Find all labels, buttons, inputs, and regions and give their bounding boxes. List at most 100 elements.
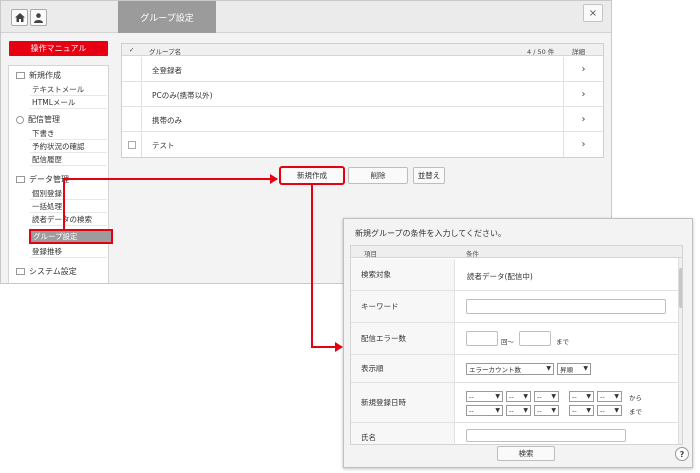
sidebar-section-delivery[interactable]: 配信管理 xyxy=(9,112,108,127)
sidebar-item-registration-trend[interactable]: 登録推移 xyxy=(30,246,107,258)
date-from-day-select[interactable]: -- ▼ xyxy=(534,391,559,402)
group-row[interactable]: テスト › xyxy=(122,132,603,157)
chevron-down-icon: ▼ xyxy=(583,365,588,372)
sidebar-item-html-mail[interactable]: HTMLメール xyxy=(30,97,107,109)
target-value: 読者データ(配信中) xyxy=(467,272,533,281)
connector-line xyxy=(63,178,65,230)
date-to-month-select[interactable]: -- ▼ xyxy=(506,405,531,416)
error-count-from-input[interactable] xyxy=(466,331,498,346)
order-label: 表示順 xyxy=(351,355,455,382)
mail-icon xyxy=(16,72,25,79)
check-column-header: ✓ xyxy=(129,46,135,54)
group-name: 全登録者 xyxy=(152,66,182,75)
sidebar-section-new[interactable]: 新規作成 xyxy=(9,68,108,83)
dialog-title: 新規グループの条件を入力してください。 xyxy=(355,229,507,238)
date-to-year-select[interactable]: -- ▼ xyxy=(466,405,503,416)
chevron-down-icon: ▼ xyxy=(614,407,619,414)
group-checkbox[interactable] xyxy=(128,141,136,149)
date-to-hour-select[interactable]: -- ▼ xyxy=(569,405,594,416)
help-icon[interactable]: ? xyxy=(675,447,689,461)
chevron-down-icon: ▼ xyxy=(551,393,556,400)
group-row[interactable]: 携帯のみ › xyxy=(122,107,603,132)
user-icon xyxy=(34,12,43,23)
error-unit-from: 回～ xyxy=(501,338,514,346)
manual-button[interactable]: 操作マニュアル xyxy=(9,41,108,56)
row-keyword: キーワード xyxy=(351,291,678,323)
connector-line xyxy=(63,178,277,180)
sidebar-item-history[interactable]: 配信履歴 xyxy=(30,154,107,166)
dialog-scrollbar[interactable] xyxy=(678,258,682,444)
top-bar: グループ設定 × xyxy=(1,1,611,33)
sidebar-section-system[interactable]: システム設定 xyxy=(9,264,108,279)
scrollbar-thumb[interactable] xyxy=(679,268,682,308)
chevron-down-icon: ▼ xyxy=(495,393,500,400)
date-to-minute-select[interactable]: -- ▼ xyxy=(597,405,622,416)
sort-button[interactable]: 並替え xyxy=(413,167,445,184)
date-to-label: まで xyxy=(629,408,642,416)
new-group-button[interactable]: 新規作成 xyxy=(280,167,344,184)
chevron-right-icon[interactable]: › xyxy=(563,57,603,82)
chevron-right-icon[interactable]: › xyxy=(563,107,603,132)
group-list-header: ✓ グループ名 4 / 50 件 詳細 xyxy=(122,44,603,56)
date-from-label: から xyxy=(629,394,642,402)
row-registration-date: 新規登録日時 -- ▼ -- ▼ -- ▼ -- ▼ -- ▼ から -- ▼ -- ▼ --… xyxy=(351,383,678,423)
chevron-down-icon: ▼ xyxy=(586,407,591,414)
sidebar-item-reader-search[interactable]: 読者データの検索 xyxy=(30,214,107,226)
gear-icon xyxy=(16,115,24,124)
sidebar-item-group-settings[interactable]: グループ設定 xyxy=(29,229,113,244)
row-target: 検索対象 読者データ(配信中) xyxy=(351,259,678,291)
row-order: 表示順 エラーカウント数 ▼ 昇順 ▼ xyxy=(351,355,678,383)
system-icon xyxy=(16,268,25,275)
keyword-label: キーワード xyxy=(351,291,455,322)
chevron-right-icon[interactable]: › xyxy=(563,132,603,157)
chevron-down-icon: ▼ xyxy=(523,407,528,414)
condition-table: 項目 条件 検索対象 読者データ(配信中) キーワード 配信エラー数 回～ まで… xyxy=(350,245,683,445)
connector-line xyxy=(311,184,313,348)
row-error-count: 配信エラー数 回～ まで xyxy=(351,323,678,355)
chevron-right-icon[interactable]: › xyxy=(563,82,603,107)
date-to-day-select[interactable]: -- ▼ xyxy=(534,405,559,416)
connector-arrow-icon xyxy=(270,174,278,184)
group-row[interactable]: 全登録者 › xyxy=(122,57,603,82)
name-input[interactable] xyxy=(466,429,626,442)
chevron-down-icon: ▼ xyxy=(523,393,528,400)
group-list: ✓ グループ名 4 / 50 件 詳細 全登録者 › PCのみ(携帯以外) › … xyxy=(121,43,604,158)
chevron-down-icon: ▼ xyxy=(586,393,591,400)
chevron-down-icon: ▼ xyxy=(546,365,551,372)
name-label: 氏名 xyxy=(351,423,455,444)
close-button[interactable]: × xyxy=(583,4,603,22)
date-from-minute-select[interactable]: -- ▼ xyxy=(597,391,622,402)
item-column-header: 項目 xyxy=(364,250,377,258)
delete-button[interactable]: 削除 xyxy=(348,167,408,184)
home-button[interactable] xyxy=(11,9,28,26)
sidebar-item-draft[interactable]: 下書き xyxy=(30,128,107,140)
group-name: テスト xyxy=(152,141,175,150)
error-unit-to: まで xyxy=(556,338,569,346)
tab-group-settings[interactable]: グループ設定 xyxy=(118,1,216,33)
sidebar-item-text-mail[interactable]: テキストメール xyxy=(30,84,107,96)
date-from-month-select[interactable]: -- ▼ xyxy=(506,391,531,402)
chevron-down-icon: ▼ xyxy=(551,407,556,414)
order-field-select[interactable]: エラーカウント数 ▼ xyxy=(466,363,554,375)
sidebar-item-reservation[interactable]: 予約状況の確認 xyxy=(30,141,107,153)
date-from-year-select[interactable]: -- ▼ xyxy=(466,391,503,402)
keyword-input[interactable] xyxy=(466,299,666,314)
group-count: 4 / 50 件 xyxy=(527,48,555,56)
order-direction-select[interactable]: 昇順 ▼ xyxy=(557,363,591,375)
new-group-dialog: 新規グループの条件を入力してください。 項目 条件 検索対象 読者データ(配信中… xyxy=(343,218,693,468)
group-name: PCのみ(携帯以外) xyxy=(152,91,213,100)
group-row[interactable]: PCのみ(携帯以外) › xyxy=(122,82,603,107)
search-button[interactable]: 検索 xyxy=(497,446,555,461)
group-name: 携帯のみ xyxy=(152,116,182,125)
sidebar: 新規作成 テキストメール HTMLメール 配信管理 下書き 予約状況の確認 配信… xyxy=(8,65,113,283)
user-button[interactable] xyxy=(30,9,47,26)
row-name: 氏名 xyxy=(351,423,678,444)
chevron-down-icon: ▼ xyxy=(495,407,500,414)
sidebar-item-bulk[interactable]: 一括処理 xyxy=(30,201,107,213)
data-icon xyxy=(16,176,25,183)
sidebar-item-individual[interactable]: 個別登録 xyxy=(30,188,107,200)
error-count-to-input[interactable] xyxy=(519,331,551,346)
registration-date-label: 新規登録日時 xyxy=(351,383,455,422)
date-from-hour-select[interactable]: -- ▼ xyxy=(569,391,594,402)
condition-column-header: 条件 xyxy=(466,250,479,258)
